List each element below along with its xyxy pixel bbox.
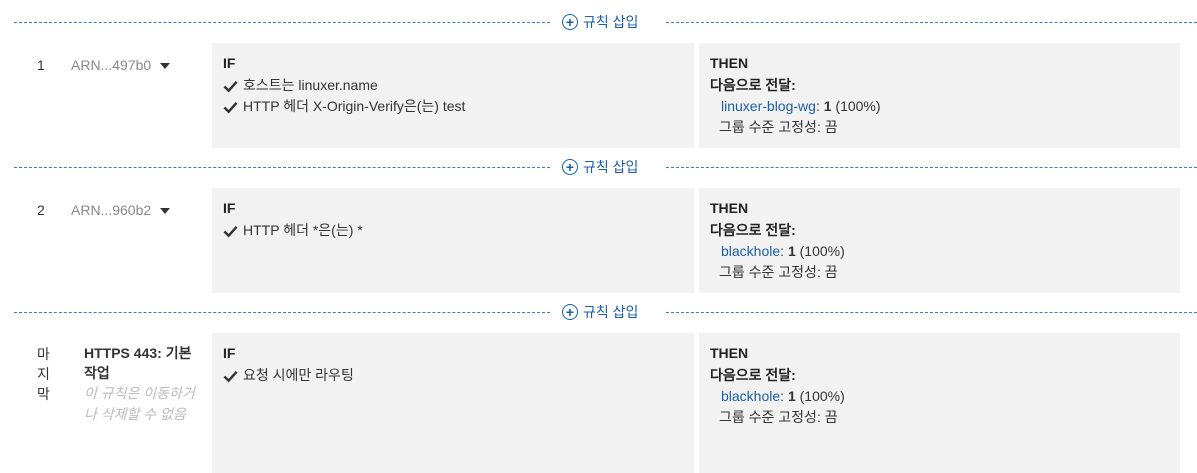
then-heading: THEN (710, 55, 749, 71)
target-group-link[interactable]: blackhole (721, 388, 780, 404)
stickiness-line: 그룹 수준 고정성: 끔 (710, 262, 1169, 283)
target-percent: (100%) (799, 243, 845, 259)
stickiness-value: 끔 (824, 119, 838, 135)
target-weight: 1 (823, 98, 832, 114)
insert-rule-button[interactable]: + 규칙 삽입 (562, 13, 638, 31)
rule-row-2: 2 ARN...960b2 IF HTTP 헤더 *은(는) * THEN 다음… (0, 188, 1197, 293)
forward-label: 다음으로 전달: (710, 222, 796, 238)
target-group-line: blackhole: 1 (100%) (721, 388, 845, 404)
target-weight: 1 (787, 388, 796, 404)
stickiness-label: 그룹 수준 고정성: (719, 119, 821, 135)
divider (666, 22, 1197, 23)
divider (14, 312, 550, 313)
stickiness-value: 끔 (824, 409, 838, 425)
target-group-line: blackhole: 1 (100%) (721, 243, 845, 259)
insert-rule-row-3: + 규칙 삽입 (14, 302, 1197, 322)
stickiness-value: 끔 (824, 264, 838, 280)
divider (666, 167, 1197, 168)
target-group-line: linuxer-blog-wg: 1 (100%) (721, 98, 881, 114)
condition-item: 호스트는 linuxer.name (223, 75, 683, 96)
rule-arn-dropdown[interactable]: ARN...960b2 (71, 202, 171, 218)
if-panel: IF HTTP 헤더 *은(는) * (212, 188, 694, 293)
divider (666, 312, 1197, 313)
target-group-link[interactable]: linuxer-blog-wg (721, 98, 816, 114)
insert-rule-button[interactable]: + 규칙 삽입 (562, 303, 638, 321)
then-panel: THEN 다음으로 전달: linuxer-blog-wg: 1 (100%) … (699, 43, 1180, 148)
if-heading: IF (223, 55, 236, 71)
then-heading: THEN (710, 200, 749, 216)
condition-text: HTTP 헤더 *은(는) * (243, 222, 363, 238)
caret-down-icon (160, 207, 171, 214)
stickiness-line: 그룹 수준 고정성: 끔 (710, 407, 1169, 428)
rule-number: 1 (37, 57, 45, 73)
condition-item: HTTP 헤더 X-Origin-Verify은(는) test (223, 96, 683, 117)
target-weight: 1 (787, 243, 796, 259)
insert-rule-label: 규칙 삽입 (583, 14, 639, 30)
divider (14, 167, 550, 168)
if-heading: IF (223, 345, 236, 361)
rule-row-1: 1 ARN...497b0 IF 호스트는 linuxer.name HTTP … (0, 43, 1197, 148)
stickiness-label: 그룹 수준 고정성: (719, 409, 821, 425)
target-percent: (100%) (799, 388, 845, 404)
condition-item: HTTP 헤더 *은(는) * (223, 220, 683, 241)
insert-rule-label: 규칙 삽입 (583, 159, 639, 175)
rule-arn-dropdown[interactable]: ARN...497b0 (71, 57, 171, 73)
default-rule-row: 마지막 HTTPS 443: 기본 작업 이 규칙은 이동하거나 삭제할 수 없… (0, 333, 1197, 473)
insert-rule-row-1: + 규칙 삽입 (14, 12, 1197, 32)
stickiness-label: 그룹 수준 고정성: (719, 264, 821, 280)
then-panel: THEN 다음으로 전달: blackhole: 1 (100%) 그룹 수준 … (699, 188, 1180, 293)
then-panel: THEN 다음으로 전달: blackhole: 1 (100%) 그룹 수준 … (699, 333, 1180, 473)
if-panel: IF 호스트는 linuxer.name HTTP 헤더 X-Origin-Ve… (212, 43, 694, 148)
default-rule-info: HTTPS 443: 기본 작업 이 규칙은 이동하거나 삭제할 수 없음 (84, 343, 204, 425)
rule-arn: ARN...497b0 (71, 57, 152, 73)
default-rule-note: 이 규칙은 이동하거나 삭제할 수 없음 (84, 385, 195, 422)
rule-arn: ARN...960b2 (71, 202, 152, 218)
condition-text: 호스트는 linuxer.name (243, 77, 378, 93)
rule-number: 마지막 (37, 346, 50, 402)
stickiness-line: 그룹 수준 고정성: 끔 (710, 117, 1169, 138)
target-percent: (100%) (835, 98, 881, 114)
if-panel: IF 요청 시에만 라우팅 (212, 333, 694, 473)
condition-text: 요청 시에만 라우팅 (243, 367, 354, 383)
default-rule-title: HTTPS 443: 기본 작업 (84, 345, 192, 381)
then-heading: THEN (710, 345, 749, 361)
check-icon (223, 80, 238, 92)
condition-text: HTTP 헤더 X-Origin-Verify은(는) test (243, 98, 466, 114)
check-icon (223, 225, 238, 237)
forward-label: 다음으로 전달: (710, 367, 796, 383)
insert-rule-row-2: + 규칙 삽입 (14, 157, 1197, 177)
divider (14, 22, 550, 23)
target-group-link[interactable]: blackhole (721, 243, 780, 259)
forward-label: 다음으로 전달: (710, 77, 796, 93)
plus-circle-icon: + (562, 304, 578, 320)
check-icon (223, 370, 238, 382)
condition-item: 요청 시에만 라우팅 (223, 365, 683, 386)
insert-rule-button[interactable]: + 규칙 삽입 (562, 158, 638, 176)
plus-circle-icon: + (562, 159, 578, 175)
insert-rule-label: 규칙 삽입 (583, 304, 639, 320)
if-heading: IF (223, 200, 236, 216)
check-icon (223, 101, 238, 113)
caret-down-icon (160, 62, 171, 69)
rule-number: 2 (37, 202, 45, 218)
plus-circle-icon: + (562, 14, 578, 30)
